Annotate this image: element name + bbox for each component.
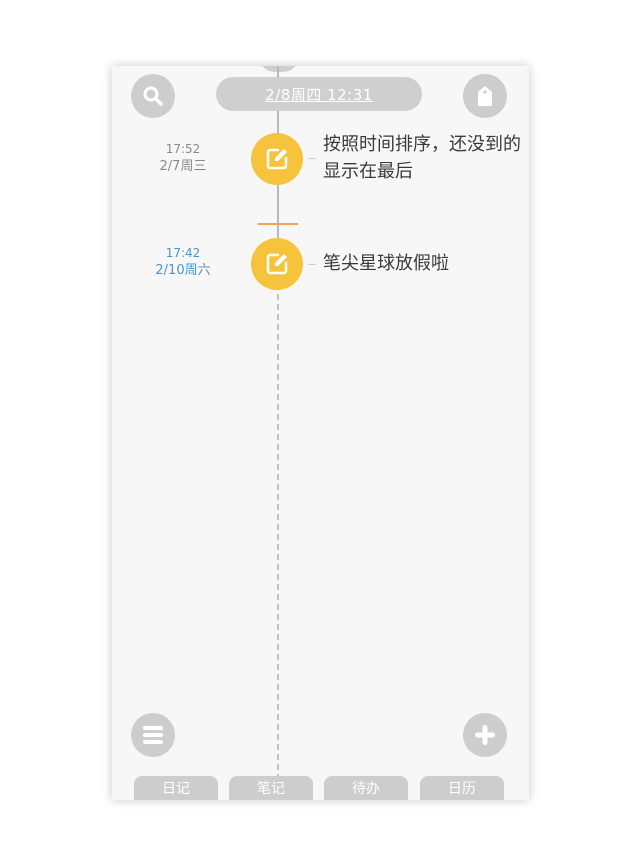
entry-connector bbox=[308, 158, 316, 159]
tab-todo[interactable]: 待办 bbox=[324, 776, 408, 800]
search-icon bbox=[143, 86, 163, 106]
pull-handle[interactable] bbox=[259, 66, 299, 72]
tag-button[interactable] bbox=[463, 74, 507, 118]
menu-button[interactable] bbox=[131, 713, 175, 757]
current-datetime: 2/8周四 12:31 bbox=[265, 85, 373, 104]
current-datetime-pill[interactable]: 2/8周四 12:31 bbox=[216, 77, 422, 111]
entry-timestamp: 17:52 2/7周三 bbox=[133, 141, 233, 175]
edit-note-icon bbox=[266, 148, 288, 170]
add-button[interactable] bbox=[463, 713, 507, 757]
entry-date: 2/7周三 bbox=[159, 159, 207, 174]
now-marker bbox=[258, 223, 298, 225]
tag-icon bbox=[478, 86, 492, 106]
entry-text[interactable]: 按照时间排序，还没到的显示在最后 bbox=[323, 131, 523, 185]
entry-time: 17:42 bbox=[165, 246, 201, 260]
tab-calendar[interactable]: 日历 bbox=[420, 776, 504, 800]
plus-icon bbox=[475, 725, 495, 745]
entry-note-button[interactable] bbox=[251, 238, 303, 290]
tab-diary[interactable]: 日记 bbox=[134, 776, 218, 800]
app-screen: 2/8周四 12:31 17:52 2/7周三 按照时间排序，还没到的显示在最后… bbox=[112, 66, 529, 800]
search-button[interactable] bbox=[131, 74, 175, 118]
entry-text[interactable]: 笔尖星球放假啦 bbox=[323, 250, 523, 277]
entry-timestamp: 17:42 2/10周六 bbox=[133, 245, 233, 279]
entry-note-button[interactable] bbox=[251, 133, 303, 185]
tab-bar: 日记 笔记 待办 日历 bbox=[112, 770, 529, 800]
entry-date: 2/10周六 bbox=[155, 263, 211, 278]
menu-icon bbox=[143, 726, 163, 744]
entry-connector bbox=[308, 264, 316, 265]
tab-notes[interactable]: 笔记 bbox=[229, 776, 313, 800]
entry-time: 17:52 bbox=[165, 142, 201, 156]
edit-note-icon bbox=[266, 253, 288, 275]
timeline-future-line bbox=[277, 254, 279, 800]
